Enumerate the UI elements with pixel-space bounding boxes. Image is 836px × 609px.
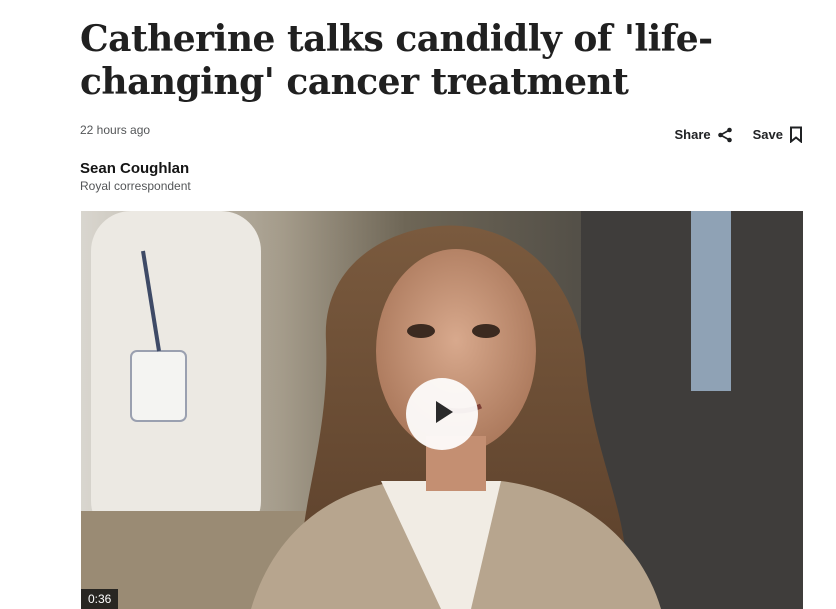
play-button[interactable]: [406, 378, 478, 450]
article-headline: Catherine talks candidly of 'life-changi…: [80, 18, 713, 103]
share-button[interactable]: Share: [674, 127, 732, 143]
author-role: Royal correspondent: [80, 179, 191, 193]
share-label: Share: [674, 127, 711, 142]
byline: Sean Coughlan Royal correspondent: [80, 160, 191, 193]
bookmark-icon: [789, 126, 803, 143]
share-icon: [717, 127, 733, 143]
save-label: Save: [752, 127, 783, 142]
video-player[interactable]: 0:36: [81, 211, 803, 609]
play-icon: [427, 397, 457, 432]
save-button[interactable]: Save: [753, 126, 803, 143]
article-actions: Share Save: [674, 126, 803, 143]
author-name[interactable]: Sean Coughlan: [80, 160, 191, 177]
video-duration: 0:36: [81, 589, 119, 609]
article-timestamp: 22 hours ago: [80, 123, 151, 137]
